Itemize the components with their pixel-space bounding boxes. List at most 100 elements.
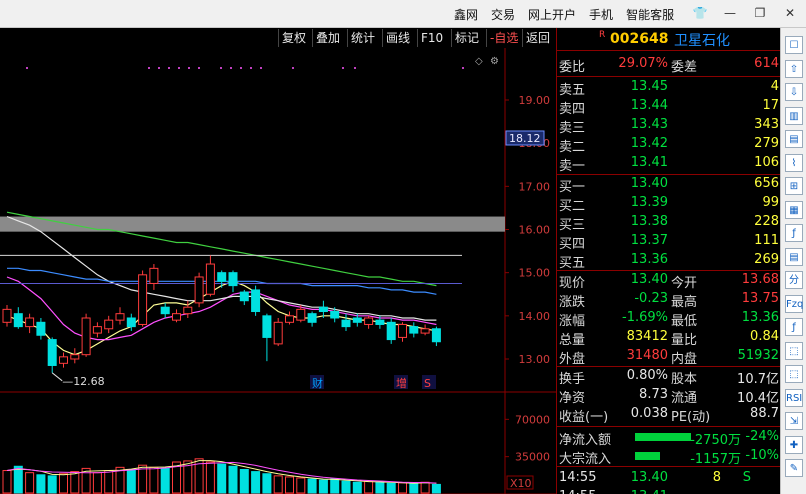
marker-dot <box>188 67 190 69</box>
marker-dot <box>220 67 222 69</box>
flow-label: 净流入额 <box>559 433 612 448</box>
candle-body <box>126 317 136 328</box>
shirt-icon[interactable]: 👕 <box>692 5 708 21</box>
bid-price: 13.36 <box>630 252 668 267</box>
minimize-icon[interactable]: — <box>722 5 738 21</box>
ask-label: 卖二 <box>559 140 586 155</box>
rsi-icon[interactable]: RSI <box>785 388 803 407</box>
marker-dot <box>354 67 356 69</box>
candle-body <box>104 319 114 330</box>
table-icon[interactable]: ▤ <box>785 130 803 148</box>
menu-trade[interactable]: 交易 <box>491 6 515 23</box>
ask-row: 卖一 13.41 106 <box>557 154 781 174</box>
stat-row: 涨幅 -1.69% 最低 13.36 <box>557 309 781 329</box>
fund-value: 0.038 <box>630 406 668 421</box>
btn-overlay[interactable]: 叠加 <box>312 29 343 47</box>
candle-body <box>25 317 35 328</box>
stat-row: 涨跌 -0.23 最高 13.75 <box>557 290 781 310</box>
stat-value-2: 13.75 <box>741 291 779 306</box>
candle-body <box>138 274 148 325</box>
stat-value: -0.23 <box>634 291 668 306</box>
candle-body <box>251 289 261 313</box>
frame-icon[interactable]: ⬚ <box>785 365 803 383</box>
menu-mobile[interactable]: 手机 <box>589 6 613 23</box>
formula-icon[interactable]: ƒ <box>785 318 803 336</box>
volume-bar <box>2 470 12 494</box>
btn-f10[interactable]: F10 <box>417 29 446 47</box>
bid-volume: 111 <box>754 233 779 248</box>
up-arrow-icon[interactable]: ⇧ <box>785 59 803 78</box>
ask-label: 卖一 <box>559 159 586 174</box>
ask-price: 13.45 <box>630 79 668 94</box>
fund-value-2: 10.4亿 <box>737 391 779 406</box>
menu-ai-service[interactable]: 智能客服 <box>626 6 674 23</box>
stat-label-2: 最低 <box>671 314 698 329</box>
candle-body <box>364 317 374 325</box>
menu-open-account[interactable]: 网上开户 <box>528 6 576 23</box>
stat-label-2: 今开 <box>671 276 698 291</box>
btn-draw-line[interactable]: 画线 <box>382 29 413 47</box>
expand-icon[interactable]: ⇲ <box>785 412 803 430</box>
fund-value-2: 10.7亿 <box>737 372 779 387</box>
candle-body <box>239 291 249 302</box>
btn-fuquan[interactable]: 复权 <box>278 29 309 47</box>
bid-row: 买一 13.40 656 <box>557 175 781 195</box>
fund-label: 净资 <box>559 391 586 406</box>
window-icon[interactable]: ☐ <box>785 36 803 54</box>
btn-stats[interactable]: 统计 <box>347 29 378 47</box>
candle-body <box>318 306 328 313</box>
marker-dot <box>342 67 344 69</box>
candle-body <box>375 319 385 325</box>
candle-body <box>352 317 362 323</box>
restore-icon[interactable]: ❐ <box>752 5 768 21</box>
pen-icon[interactable]: ✎ <box>785 459 803 477</box>
volume-bar <box>228 465 238 494</box>
btn-mark[interactable]: 标记 <box>451 29 482 47</box>
price-tick-label: 13.00 <box>519 353 551 366</box>
volume-bar <box>47 475 57 494</box>
ask-price: 13.42 <box>630 136 668 151</box>
candle-body <box>330 311 340 319</box>
volume-bar <box>70 471 80 494</box>
tick-row: 14:55 13.41 <box>557 488 781 494</box>
candle-body <box>59 356 68 364</box>
stat-label: 涨幅 <box>559 314 586 329</box>
kline-chart[interactable]: 19.0018.0017.0016.0015.0014.0013.0018.12… <box>0 48 556 494</box>
flow-value: -2750万 <box>690 433 741 448</box>
kline-icon[interactable]: ▦ <box>785 200 803 219</box>
move-icon[interactable]: ✚ <box>785 435 803 454</box>
stat-label: 总量 <box>559 333 586 348</box>
btn-back[interactable]: 返回 <box>522 29 553 47</box>
menu-xinwang[interactable]: 鑫网 <box>454 6 478 23</box>
list-icon[interactable]: ▤ <box>785 247 803 266</box>
stat-label: 涨跌 <box>559 295 586 310</box>
candle-body <box>285 315 294 323</box>
box-icon[interactable]: ⬚ <box>785 341 803 360</box>
grid-icon[interactable]: ▥ <box>785 106 803 125</box>
f10-icon[interactable]: ƒ <box>785 224 803 242</box>
fzq-icon[interactable]: Fzq <box>785 294 803 313</box>
bid-label: 买三 <box>559 218 586 233</box>
tick-volume: 8 <box>712 470 721 485</box>
volume-bar <box>92 472 102 494</box>
volume-bar <box>431 483 441 494</box>
volume-bar <box>59 473 68 494</box>
minute-icon[interactable]: 分 <box>785 271 803 289</box>
marker-dot <box>250 67 252 69</box>
ask-volume: 4 <box>770 79 779 94</box>
btn-watchlist[interactable]: -自选 <box>486 29 521 47</box>
marker-dot <box>26 67 28 69</box>
down-arrow-icon[interactable]: ⇩ <box>785 83 803 101</box>
candle-icon[interactable]: ⊞ <box>785 177 803 195</box>
event-badge: 财 <box>312 376 323 390</box>
line-chart-icon[interactable]: ⌇ <box>785 153 803 172</box>
price-tick-label: 15.00 <box>519 267 551 280</box>
close-icon[interactable]: ✕ <box>782 5 798 21</box>
volume-bar <box>375 481 385 494</box>
fund-label-2: 股本 <box>671 372 698 387</box>
flow-value: -1157万 <box>690 452 741 467</box>
flow-bar <box>635 433 691 441</box>
ask-price: 13.44 <box>630 98 668 113</box>
candle-body <box>409 326 419 334</box>
candle-body <box>81 317 91 356</box>
